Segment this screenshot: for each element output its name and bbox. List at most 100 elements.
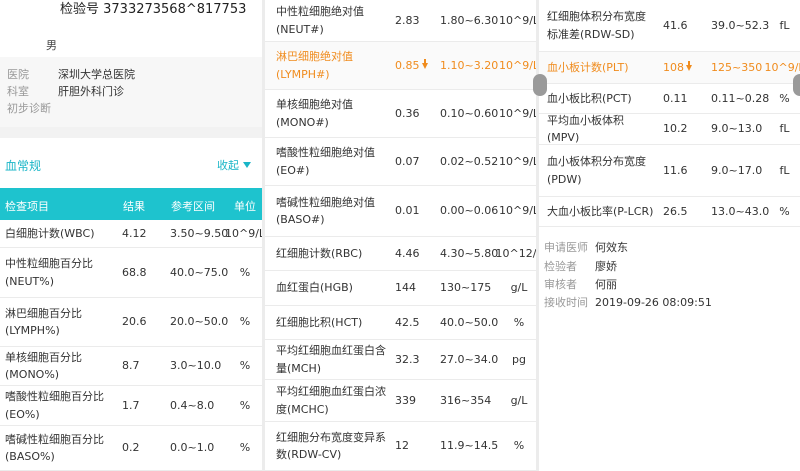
item-result: 0.2 (122, 426, 162, 470)
item-name: 血小板比积(PCT) (547, 91, 632, 105)
result-value: 144 (395, 281, 416, 295)
footer-label: 申请医师 (544, 241, 588, 254)
table-row: 中性粒细胞绝对值(NEUT#) 2.83 1.80~6.30 10^9/L (265, 0, 539, 42)
result-value: 0.11 (663, 91, 688, 105)
section-title: 血常规 (5, 159, 42, 173)
header-item: 检查项目 (5, 200, 49, 213)
arrow-down-icon (686, 60, 692, 71)
table-row-abnormal: 淋巴细胞绝对值(LYMPH#) 0.85 1.10~3.20 10^9/L (265, 42, 539, 90)
item-unit: 10^9/L (498, 13, 539, 27)
table-row: 红细胞体积分布宽度标准差(RDW-SD) 41.6 39.0~52.3 fL (539, 0, 800, 52)
item-unit: pg (512, 352, 526, 366)
item-unit: fL (779, 18, 790, 32)
result-value: 1.7 (122, 398, 140, 412)
item-result: 144 (395, 271, 425, 305)
item-name: 嗜碱性粒细胞绝对值(BASO#) (276, 195, 375, 226)
result-value: 12 (395, 439, 409, 453)
scroll-handle[interactable] (793, 74, 800, 96)
item-name: 淋巴细胞百分比(LYMPH%) (5, 306, 82, 337)
item-unit: g/L (510, 393, 528, 407)
table-row: 红细胞比积(HCT) 42.5 40.0~50.0% (265, 306, 539, 340)
footer-row: 审核者 何丽 (544, 276, 617, 292)
footer-label: 接收时间 (544, 296, 588, 309)
item-result: 108 (663, 52, 695, 83)
header-result: 结果 (123, 200, 145, 213)
item-unit: g/L (510, 281, 528, 295)
item-unit: % (239, 398, 251, 412)
result-value: 42.5 (395, 315, 420, 329)
item-result: 11.6 (663, 145, 695, 196)
item-name: 血小板体积分布宽度(PDW) (547, 155, 646, 186)
item-result: 26.5 (663, 197, 695, 226)
info-hospital: 医院 深圳大学总医院 (7, 66, 135, 82)
table-header: 检查项目 结果 参考区间 单位 (0, 188, 265, 220)
table-row: 中性粒细胞百分比(NEUT%) 68.8 40.0~75.0% (0, 248, 265, 298)
result-value: 20.6 (122, 315, 147, 329)
header-range: 参考区间 (171, 200, 215, 213)
item-name: 大血小板比率(P-LCR) (547, 204, 654, 218)
result-value: 41.6 (663, 18, 688, 32)
info-label: 科室 (7, 85, 29, 98)
info-department: 科室 肝胆外科门诊 (7, 83, 124, 99)
arrow-down-icon (421, 58, 428, 69)
item-name: 嗜碱性粒细胞百分比(BASO%) (5, 432, 104, 463)
item-result: 32.3 (395, 340, 425, 379)
item-unit: % (239, 441, 251, 455)
item-name: 单核细胞百分比(MONO%) (5, 350, 82, 381)
item-result: 0.07 (395, 138, 425, 185)
item-name: 红细胞计数(RBC) (276, 246, 363, 260)
item-result: 68.8 (122, 248, 162, 297)
item-name: 红细胞体积分布宽度标准差(RDW-SD) (547, 10, 646, 41)
item-unit: % (239, 359, 251, 373)
item-unit: fL (779, 163, 790, 177)
table-row: 单核细胞绝对值(MONO#) 0.36 0.10~0.60 10^9/L (265, 90, 539, 138)
table-row: 单核细胞百分比(MONO%) 8.7 3.0~10.0% (0, 347, 265, 386)
item-unit: 10^9/L (224, 226, 265, 240)
item-result: 2.83 (395, 0, 425, 41)
report-panel-middle: 中性粒细胞绝对值(NEUT#) 2.83 1.80~6.30 10^9/L 淋巴细胞绝对… (265, 0, 539, 471)
table-row: 红细胞计数(RBC) 4.46 4.30~5.80 10^12/L (265, 237, 539, 271)
item-unit: % (513, 439, 525, 453)
scroll-handle[interactable] (533, 74, 547, 96)
item-result: 42.5 (395, 306, 425, 339)
item-unit: 10^9/L (498, 204, 539, 218)
header-unit: 单位 (234, 200, 256, 213)
result-value: 26.5 (663, 204, 688, 218)
table-row: 血红蛋白(HGB) 144 130~175 g/L (265, 271, 539, 306)
footer-row: 申请医师 何效东 (544, 239, 628, 255)
item-result: 4.46 (395, 237, 425, 270)
item-unit: 10^9/L (498, 106, 539, 120)
item-name: 平均血小板体积(MPV) (547, 113, 624, 144)
item-name: 红细胞比积(HCT) (276, 315, 363, 329)
table-row: 嗜酸性粒细胞绝对值(EO#) 0.07 0.02~0.52 10^9/L (265, 138, 539, 186)
item-unit: % (239, 265, 251, 279)
check-number: 检验号 3733273568^817753 (60, 2, 247, 17)
footer-row: 检验者 廖娇 (544, 258, 617, 274)
result-value: 339 (395, 393, 416, 407)
table-row-abnormal: 血小板计数(PLT)108125~35010^9/L (539, 52, 800, 84)
table-row: 白细胞计数(WBC) 4.12 3.50~9.50 10^9/L (0, 220, 265, 248)
collapse-button[interactable]: 收起 (217, 157, 251, 173)
item-name: 中性粒细胞绝对值(NEUT#) (276, 5, 364, 36)
result-value: 2.83 (395, 13, 420, 27)
footer-label: 检验者 (544, 260, 577, 273)
info-value: 深圳大学总医院 (58, 68, 135, 81)
item-unit: % (779, 204, 790, 218)
item-name: 白细胞计数(WBC) (5, 226, 95, 240)
report-panel-left: 检验号 3733273568^817753 男 医院 深圳大学总医院 科室 肝胆外科… (0, 0, 265, 471)
table-row: 平均血小板体积(MPV) 10.2 9.0~13.0 fL (539, 114, 800, 145)
result-value: 32.3 (395, 352, 420, 366)
result-value: 0.2 (122, 441, 140, 455)
result-value: 0.36 (395, 106, 420, 120)
result-value: 0.01 (395, 204, 420, 218)
item-name: 嗜酸性粒细胞百分比(EO%) (5, 390, 104, 421)
info-value: 肝胆外科门诊 (58, 85, 124, 98)
item-unit: 10^9/L (498, 154, 539, 168)
info-label: 医院 (7, 68, 29, 81)
item-result: 339 (395, 380, 425, 421)
patient-info-box: 医院 深圳大学总医院 科室 肝胆外科门诊 初步诊断 (0, 57, 265, 127)
item-result: 1.7 (122, 386, 162, 425)
footer-value: 2019-09-26 08:09:51 (595, 296, 712, 309)
section-divider (0, 127, 265, 138)
item-result: 12 (395, 422, 425, 470)
